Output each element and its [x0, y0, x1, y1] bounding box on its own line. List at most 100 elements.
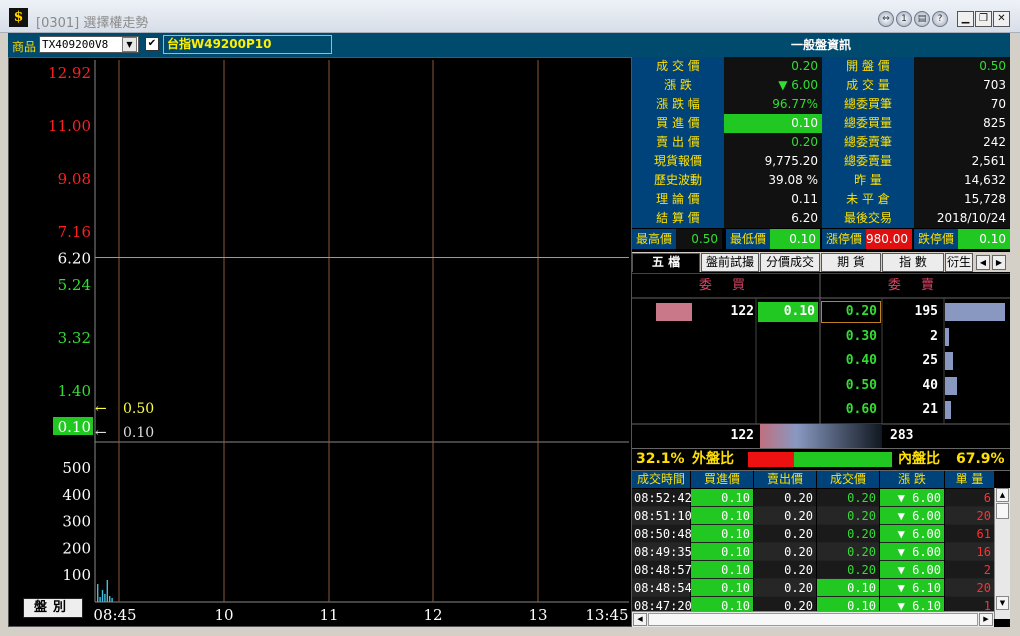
tick-vertical-scrollbar[interactable]: ▲ ▼	[994, 488, 1010, 619]
ask-price[interactable]: 0.40	[822, 351, 880, 371]
ask-price[interactable]: 0.30	[822, 327, 880, 347]
tick-row[interactable]: 08:51:10 0.10 0.20 0.20 ▼ 6.00 20	[632, 507, 994, 525]
scroll-right-icon[interactable]: ▶	[979, 613, 993, 626]
bid-qty: 122	[730, 304, 754, 319]
ask-qty: 2	[930, 328, 938, 344]
info-title: 一般盤資訊	[632, 33, 1010, 57]
maximize-button[interactable]: ❐	[975, 11, 992, 27]
tick-price: 0.20	[817, 561, 879, 579]
ratio-meter	[748, 452, 892, 467]
volume-bar	[111, 598, 113, 602]
tick-time: 08:48:54	[632, 579, 692, 597]
help-icon[interactable]: ?	[932, 11, 948, 27]
time-tick-label: 10	[214, 606, 233, 624]
marker-arrow: ←	[95, 401, 107, 417]
ask-price[interactable]: 0.20	[821, 301, 881, 323]
tab-derivatives[interactable]: 衍生	[945, 253, 973, 272]
tick-row[interactable]: 08:50:48 0.10 0.20 0.20 ▼ 6.00 61	[632, 525, 994, 543]
tab-scroll-left-icon[interactable]: ◀	[976, 255, 990, 270]
tab-preopen[interactable]: 盤前試撮	[701, 253, 759, 272]
print-icon[interactable]: ▤	[914, 11, 930, 27]
tick-change: ▼ 6.00	[880, 543, 944, 561]
low-value: 0.10	[770, 229, 820, 249]
tick-horizontal-scrollbar[interactable]: ◀ ▶	[632, 611, 994, 627]
col-bid: 買進價	[691, 471, 753, 488]
tick-row[interactable]: 08:49:35 0.10 0.20 0.20 ▼ 6.00 16	[632, 543, 994, 561]
scroll-left-icon[interactable]: ◀	[633, 613, 647, 626]
bid-price[interactable]: 0.10	[758, 302, 818, 322]
info-value: 2,561	[914, 152, 1010, 171]
tick-price: 0.10	[817, 579, 879, 597]
price-tick-label: 0.10	[58, 418, 91, 436]
outer-ratio-fill	[748, 452, 795, 467]
tick-row[interactable]: 08:48:54 0.10 0.20 0.10 ▼ 6.10 20	[632, 579, 994, 597]
tick-price: 0.20	[817, 489, 879, 507]
col-volume: 單 量	[945, 471, 994, 488]
title-bar: $ [0301] 選擇權走勢 ⇔ 1 ▤ ? ▁ ❐ ✕	[0, 0, 1020, 33]
session-switch-button[interactable]: 盤別	[23, 598, 83, 618]
tab-futures[interactable]: 期 貨	[821, 253, 881, 272]
info-row: 結 算 價 6.20 最後交易 2018/10/24	[632, 209, 1010, 228]
ask-qty: 40	[922, 377, 938, 393]
marker-label: 0.10	[123, 425, 154, 441]
info-value: 9,775.20	[724, 152, 822, 171]
tick-row[interactable]: 08:52:42 0.10 0.20 0.20 ▼ 6.00 6	[632, 489, 994, 507]
volume-bar	[97, 584, 99, 602]
scroll-up-icon[interactable]: ▲	[996, 488, 1009, 502]
volume-tick-label: 500	[62, 459, 91, 477]
link-icon[interactable]: ⇔	[878, 11, 894, 27]
price-chart[interactable]: 12.92 11.00 9.08 7.16 6.20 5.24 3.32 1.40 0.10 ← 0…	[8, 57, 632, 627]
info-value: 0.10	[724, 114, 822, 133]
volume-bar	[104, 594, 106, 602]
tick-change: ▼ 6.00	[880, 489, 944, 507]
info-value: 703	[914, 76, 1010, 95]
marker-arrow: ←	[95, 425, 107, 441]
tick-ask: 0.20	[754, 561, 816, 579]
info-label: 成 交 量	[822, 76, 914, 95]
info-label: 賣 出 價	[632, 133, 724, 152]
tab-five-levels[interactable]: 五 檔	[632, 253, 700, 272]
info-value: 825	[914, 114, 1010, 133]
chevron-down-icon[interactable]: ▼	[122, 37, 137, 52]
ask-price[interactable]: 0.50	[822, 376, 880, 396]
minimize-button[interactable]: ▁	[957, 11, 974, 27]
high-value: 0.50	[676, 229, 722, 249]
info-value: 70	[914, 95, 1010, 114]
info-value: 0.50	[914, 57, 1010, 76]
tick-bid: 0.10	[691, 525, 753, 543]
scroll-thumb[interactable]	[996, 503, 1009, 519]
info-icon[interactable]: 1	[896, 11, 912, 27]
ask-depth-bar	[945, 303, 1005, 321]
volume-bar	[99, 597, 101, 602]
order-book: 委 買 委 賣 122 0.10 0.20 195 0.30 2 0.40 25 0.50 40…	[632, 273, 1010, 448]
info-value: 0.20	[724, 133, 822, 152]
info-value: 2018/10/24	[914, 209, 1010, 228]
product-name: 台指W49200P10	[163, 35, 332, 54]
ask-qty: 25	[922, 353, 938, 368]
link-checkbox[interactable]: ✔	[145, 37, 159, 51]
tab-scroll-right-icon[interactable]: ▶	[992, 255, 1006, 270]
ask-price[interactable]: 0.60	[822, 400, 880, 420]
tick-bid: 0.10	[691, 561, 753, 579]
info-value: 0.11	[724, 190, 822, 209]
ask-depth-bar	[945, 401, 952, 419]
hscroll-thumb[interactable]	[648, 613, 978, 626]
time-tick-label: 12	[423, 606, 442, 624]
scroll-down-icon[interactable]: ▼	[996, 596, 1009, 610]
marker-label: 0.50	[123, 401, 154, 417]
tab-index[interactable]: 指 數	[882, 253, 944, 272]
limit-down-value: 0.10	[958, 229, 1010, 249]
tick-time: 08:52:42	[632, 489, 692, 507]
volume-tick-label: 200	[62, 539, 91, 557]
info-label: 總委賣量	[822, 152, 914, 171]
info-row: 賣 出 價 0.20 總委賣筆 242	[632, 133, 1010, 152]
tick-row[interactable]: 08:48:57 0.10 0.20 0.20 ▼ 6.00 2	[632, 561, 994, 579]
info-label: 成 交 價	[632, 57, 724, 76]
price-tick-label: 1.40	[58, 382, 91, 400]
info-label: 買 進 價	[632, 114, 724, 133]
bid-header: 委 買	[698, 278, 754, 293]
close-button[interactable]: ✕	[993, 11, 1010, 27]
price-tick-label: 12.92	[48, 64, 91, 82]
time-tick-label: 13	[528, 606, 547, 624]
tab-price-volume[interactable]: 分價成交	[760, 253, 820, 272]
